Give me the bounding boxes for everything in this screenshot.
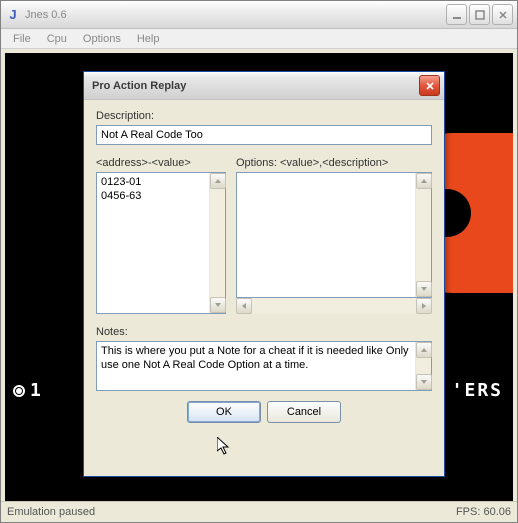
scroll-down-icon[interactable]	[210, 297, 226, 313]
scrollbar-horizontal[interactable]	[236, 298, 432, 314]
game-radio-icon	[13, 385, 25, 397]
notes-textarea[interactable]: This is where you put a Note for a cheat…	[96, 341, 432, 391]
menu-help[interactable]: Help	[129, 31, 168, 47]
close-button[interactable]	[492, 4, 513, 25]
options-header: Options: <value>,<description>	[236, 157, 432, 169]
scroll-down-icon[interactable]	[416, 374, 432, 390]
list-header: <address>-<value>	[96, 157, 226, 169]
status-fps: FPS: 60.06	[456, 506, 511, 518]
menu-options[interactable]: Options	[75, 31, 129, 47]
ok-button[interactable]: OK	[187, 401, 261, 423]
close-icon[interactable]	[419, 75, 440, 96]
description-input[interactable]	[96, 125, 432, 145]
description-label: Description:	[96, 110, 432, 122]
dialog-title: Pro Action Replay	[88, 80, 419, 92]
menubar: File Cpu Options Help	[1, 29, 517, 49]
menu-file[interactable]: File	[5, 31, 39, 47]
scroll-track[interactable]	[252, 298, 416, 314]
scrollbar-vertical[interactable]	[415, 173, 431, 297]
menu-cpu[interactable]: Cpu	[39, 31, 75, 47]
game-text-right: 'ERS	[452, 380, 503, 401]
scroll-up-icon[interactable]	[416, 342, 432, 358]
codes-listbox[interactable]: 0123-01 0456-63	[96, 172, 226, 314]
status-bar: Emulation paused FPS: 60.06	[1, 501, 517, 522]
notes-label: Notes:	[96, 326, 432, 338]
window-controls	[446, 4, 513, 25]
app-icon: J	[5, 7, 21, 23]
scroll-right-icon[interactable]	[416, 298, 432, 314]
scrollbar-vertical[interactable]	[209, 173, 225, 313]
scrollbar-vertical[interactable]	[415, 342, 431, 390]
cancel-button[interactable]: Cancel	[267, 401, 341, 423]
scroll-down-icon[interactable]	[416, 281, 432, 297]
scroll-left-icon[interactable]	[236, 298, 252, 314]
status-left: Emulation paused	[7, 506, 456, 518]
maximize-button[interactable]	[469, 4, 490, 25]
game-text-left: 1	[30, 380, 43, 401]
dialog-titlebar[interactable]: Pro Action Replay	[84, 72, 444, 100]
main-titlebar: J Jnes 0.6	[1, 1, 517, 29]
scroll-up-icon[interactable]	[416, 173, 432, 189]
list-item[interactable]: 0456-63	[101, 189, 205, 203]
options-listbox[interactable]	[236, 172, 432, 298]
scroll-track[interactable]	[416, 358, 431, 374]
dialog-pro-action-replay: Pro Action Replay Description: <address>…	[83, 71, 445, 477]
notes-text: This is where you put a Note for a cheat…	[97, 342, 415, 390]
minimize-button[interactable]	[446, 4, 467, 25]
scroll-track[interactable]	[210, 189, 225, 297]
scroll-track[interactable]	[416, 189, 431, 281]
list-item[interactable]: 0123-01	[101, 175, 205, 189]
scroll-up-icon[interactable]	[210, 173, 226, 189]
window-title: Jnes 0.6	[25, 9, 446, 21]
